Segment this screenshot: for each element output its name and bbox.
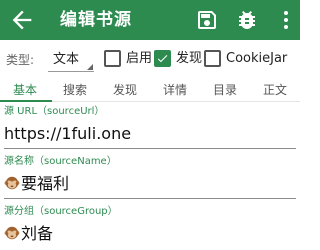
source-name-value: 要福利 (21, 174, 70, 193)
save-button[interactable] (195, 8, 219, 32)
debug-button[interactable] (235, 8, 259, 32)
tab-toc[interactable]: 目录 (213, 82, 237, 98)
save-icon (198, 11, 216, 29)
tab-basic[interactable]: 基本 (13, 82, 37, 98)
tab-bar: 基本 搜索 发现 详情 目录 正文 (0, 80, 300, 102)
back-button[interactable] (8, 6, 36, 34)
type-value: 文本 (53, 52, 80, 67)
dropdown-triangle-icon (87, 64, 93, 70)
monkey-emoji-icon (4, 176, 20, 190)
source-group-input[interactable]: 刘备 (4, 224, 53, 244)
discover-checkbox[interactable] (154, 50, 171, 67)
source-group-label: 源分组（sourceGroup） (4, 206, 118, 217)
check-icon (157, 55, 168, 63)
bug-icon (239, 11, 255, 29)
active-tab-indicator (0, 100, 52, 102)
type-select[interactable]: 文本 (48, 48, 94, 72)
source-url-value: https://1fuli.one (4, 124, 132, 143)
arrow-left-icon (12, 10, 32, 30)
select-underline (48, 71, 94, 72)
monkey-emoji-icon (4, 226, 20, 240)
more-button[interactable] (274, 8, 298, 32)
tab-discover[interactable]: 发现 (113, 82, 137, 98)
cookiejar-label: CookieJar (226, 51, 288, 66)
tab-content[interactable]: 正文 (263, 82, 287, 98)
source-group-value: 刘备 (21, 224, 54, 243)
cookiejar-checkbox[interactable] (204, 50, 221, 67)
discover-label: 发现 (176, 51, 203, 66)
source-url-input[interactable]: https://1fuli.one (4, 124, 131, 144)
tab-detail[interactable]: 详情 (163, 82, 187, 98)
type-label: 类型: (6, 53, 35, 67)
source-name-input[interactable]: 要福利 (4, 174, 69, 194)
source-url-underline (4, 148, 296, 149)
app-bar: 编辑书源 (0, 0, 300, 40)
source-name-label: 源名称（sourceName） (4, 156, 117, 167)
enable-label: 启用 (126, 51, 153, 66)
source-url-label: 源 URL（sourceUrl） (4, 106, 105, 117)
page-title: 编辑书源 (60, 10, 132, 30)
source-name-underline (4, 198, 296, 199)
more-vertical-icon (284, 11, 288, 29)
tab-search[interactable]: 搜索 (63, 82, 87, 98)
enable-checkbox[interactable] (104, 50, 121, 67)
